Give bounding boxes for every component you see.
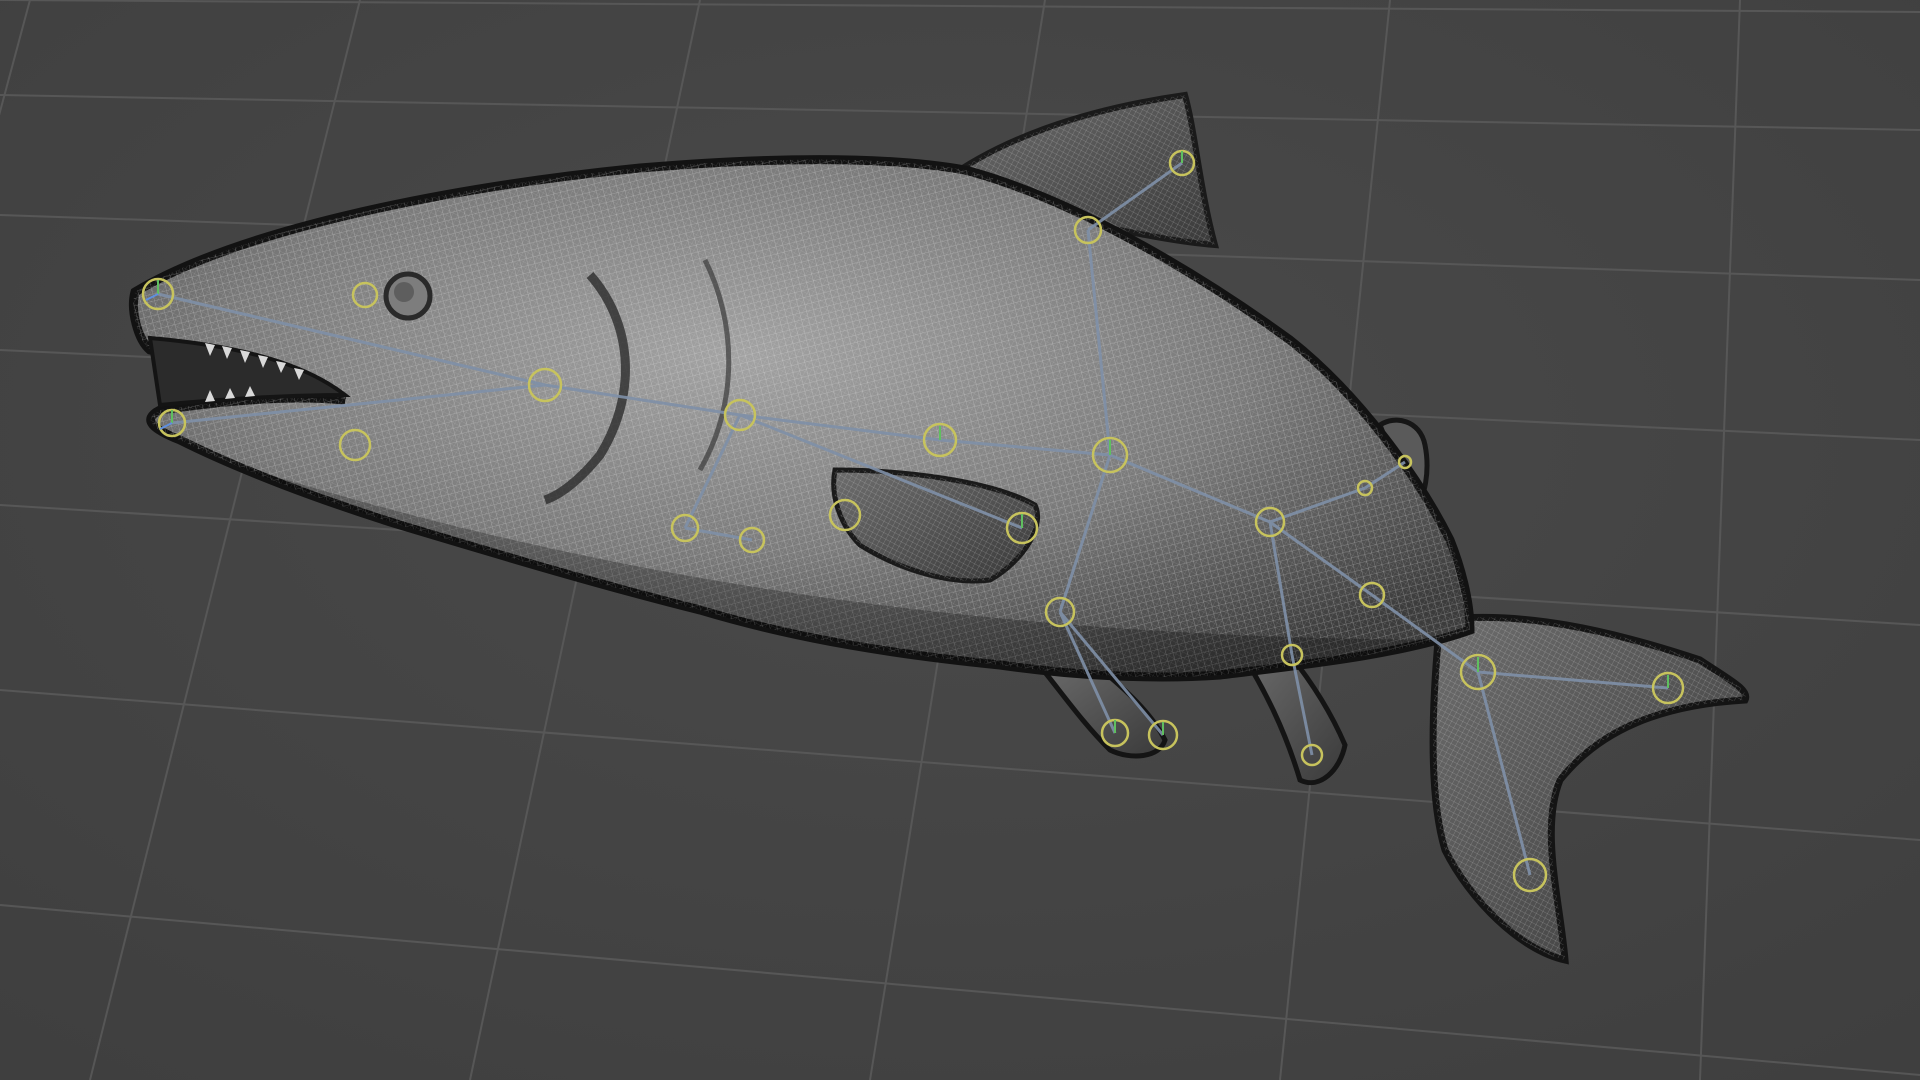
3d-viewport[interactable] — [0, 0, 1920, 1080]
viewport-canvas[interactable] — [0, 0, 1920, 1080]
